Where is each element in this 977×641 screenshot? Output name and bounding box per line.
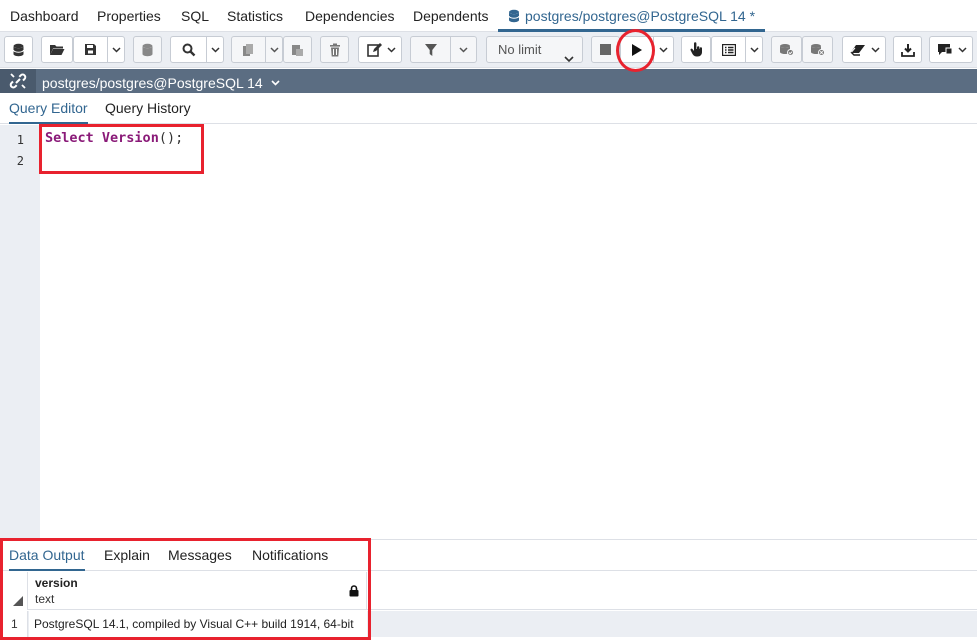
open-file-button[interactable] — [41, 36, 73, 63]
select-all-corner[interactable] — [0, 572, 28, 610]
chevron-down-icon[interactable] — [206, 37, 223, 62]
database-button[interactable] — [4, 36, 33, 63]
paste-icon — [291, 43, 304, 57]
tab-statistics[interactable]: Statistics — [227, 0, 283, 32]
corner-triangle-icon — [13, 596, 23, 606]
chevron-down-icon — [271, 69, 280, 93]
copy-button[interactable] — [231, 36, 283, 63]
chevron-down-icon[interactable] — [653, 37, 673, 62]
connection-selector[interactable]: postgres/postgres@PostgreSQL 14 — [42, 69, 280, 95]
rollback-button[interactable] — [802, 36, 833, 63]
execute-button[interactable] — [620, 36, 674, 63]
row-limit-value: No limit — [498, 42, 542, 57]
database-icon — [12, 43, 25, 57]
query-toolbar: No limit — [0, 32, 977, 68]
row-number[interactable]: 1 — [0, 611, 28, 637]
chevron-down-icon[interactable] — [387, 47, 396, 53]
download-button[interactable] — [893, 36, 922, 63]
tab-data-output[interactable]: Data Output — [9, 540, 85, 571]
column-divider[interactable] — [366, 572, 367, 610]
chevron-down-icon[interactable] — [958, 47, 967, 53]
delete-button[interactable] — [320, 36, 349, 63]
top-tab-bar: Dashboard Properties SQL Statistics Depe… — [0, 0, 977, 32]
connection-label: postgres/postgres@PostgreSQL 14 — [42, 75, 263, 91]
eraser-icon — [850, 44, 866, 56]
line-number: 1 — [16, 133, 24, 147]
stop-icon — [600, 44, 611, 55]
line-number: 2 — [16, 154, 24, 168]
tab-query-tool[interactable]: postgres/postgres@PostgreSQL 14 * — [498, 0, 766, 34]
tab-messages[interactable]: Messages — [168, 540, 232, 571]
database-disabled-icon — [141, 43, 154, 57]
tab-notifications[interactable]: Notifications — [252, 540, 328, 571]
column-type: text — [35, 592, 55, 606]
table-row: 1 PostgreSQL 14.1, compiled by Visual C+… — [0, 611, 977, 637]
connection-bar: postgres/postgres@PostgreSQL 14 — [0, 69, 977, 93]
sql-editor[interactable]: Select Version(); — [40, 125, 977, 538]
delete-icon — [329, 43, 341, 57]
tab-query-editor[interactable]: Query Editor — [9, 93, 88, 124]
connection-link-icon[interactable] — [0, 69, 36, 93]
play-icon — [631, 43, 643, 57]
sql-punctuation: (); — [158, 130, 184, 146]
explain-analyze-button[interactable] — [711, 36, 763, 63]
tab-explain[interactable]: Explain — [104, 540, 150, 571]
find-button[interactable] — [170, 36, 224, 63]
row-limit-select[interactable]: No limit — [486, 36, 583, 63]
copy-icon — [242, 43, 255, 57]
database-disabled-button[interactable] — [133, 36, 162, 63]
code-line: Select Version(); — [45, 130, 183, 146]
edit-icon — [366, 42, 382, 57]
stop-button[interactable] — [591, 36, 620, 63]
clear-button[interactable] — [842, 36, 886, 63]
save-icon — [84, 43, 97, 56]
pointer-hand-icon — [689, 42, 703, 57]
search-icon — [182, 43, 196, 57]
chevron-down-icon[interactable] — [450, 37, 476, 62]
rollback-icon — [810, 43, 825, 56]
edit-button[interactable] — [358, 36, 402, 63]
chevron-down-icon[interactable] — [745, 37, 762, 62]
result-grid-header: version text — [0, 572, 977, 610]
commit-icon — [779, 43, 794, 56]
tab-query-tool-label: postgres/postgres@PostgreSQL 14 * — [525, 8, 756, 24]
tab-properties[interactable]: Properties — [97, 0, 161, 32]
tab-dependents[interactable]: Dependents — [413, 0, 489, 32]
folder-open-icon — [49, 43, 65, 56]
line-number-gutter: 1 2 — [0, 125, 40, 538]
tab-dependencies[interactable]: Dependencies — [305, 0, 395, 32]
macros-icon — [937, 43, 953, 56]
chevron-down-icon[interactable] — [265, 37, 282, 62]
chevron-down-icon — [564, 46, 574, 71]
editor-tab-bar: Query Editor Query History — [0, 93, 977, 124]
column-name: version — [35, 576, 78, 590]
tab-query-history[interactable]: Query History — [105, 93, 191, 124]
sql-keyword: Select — [45, 130, 94, 146]
macros-button[interactable] — [929, 36, 973, 63]
filter-icon — [424, 43, 438, 57]
table-cell[interactable]: PostgreSQL 14.1, compiled by Visual C++ … — [29, 611, 367, 637]
list-icon — [721, 43, 736, 56]
commit-button[interactable] — [771, 36, 802, 63]
lock-icon — [349, 584, 359, 600]
save-button[interactable] — [73, 36, 125, 63]
tab-sql[interactable]: SQL — [181, 0, 209, 32]
database-icon — [508, 2, 520, 34]
download-icon — [900, 43, 915, 57]
output-tab-bar: Data Output Explain Messages Notificatio… — [0, 539, 977, 571]
tab-dashboard[interactable]: Dashboard — [10, 0, 79, 32]
chevron-down-icon[interactable] — [107, 37, 124, 62]
filter-button[interactable] — [410, 36, 477, 63]
explain-button[interactable] — [681, 36, 711, 63]
paste-button[interactable] — [283, 36, 312, 63]
sql-function: Version — [101, 130, 159, 146]
chevron-down-icon[interactable] — [871, 47, 880, 53]
